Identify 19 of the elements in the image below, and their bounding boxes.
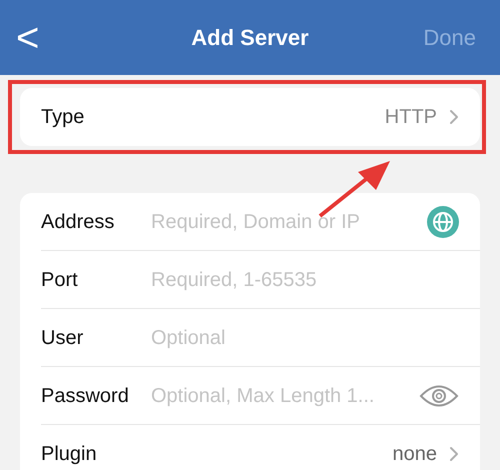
row-value: HTTP <box>384 105 437 130</box>
row-label: Address <box>41 210 116 234</box>
input-field[interactable]: Required, Domain or IP <box>151 206 419 236</box>
type-row[interactable]: Type HTTP <box>20 88 480 146</box>
row-label: Plugin <box>41 442 98 467</box>
eye-icon[interactable] <box>419 382 459 408</box>
back-button[interactable]: < <box>16 18 40 58</box>
screen-title: Add Server <box>191 24 309 52</box>
row-label: Password <box>41 384 130 408</box>
chevron-icon <box>449 109 459 125</box>
row-label: Port <box>41 268 79 292</box>
row-label: User <box>41 326 84 350</box>
row-label: Type <box>41 105 84 130</box>
chevron-icon <box>449 446 459 462</box>
globe-icon[interactable] <box>427 206 459 238</box>
row-value[interactable]: none <box>392 439 437 469</box>
input-field[interactable]: Optional <box>151 322 459 352</box>
input-field[interactable]: Required, 1-65535 <box>151 264 459 294</box>
input-field[interactable]: Optional, Max Length 1... <box>151 380 411 410</box>
